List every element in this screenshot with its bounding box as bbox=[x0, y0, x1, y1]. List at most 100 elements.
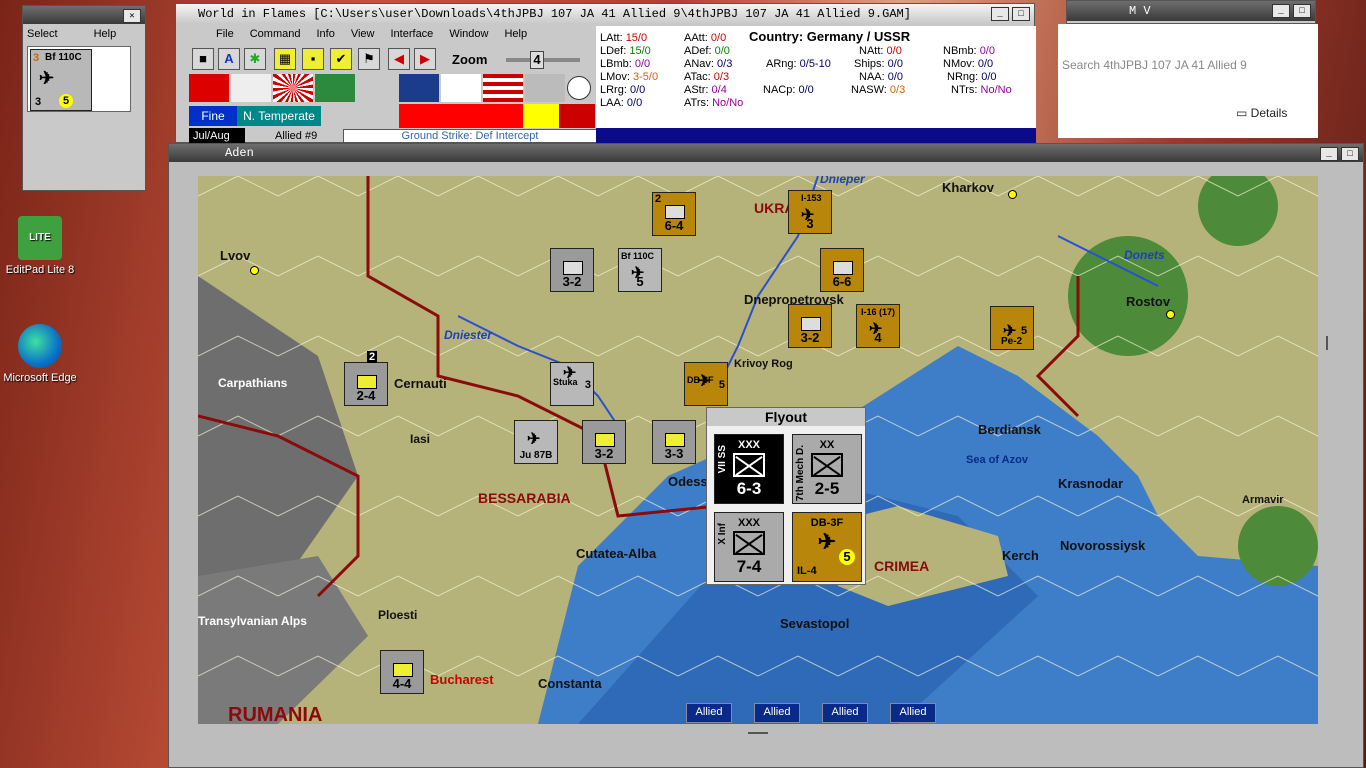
switzerland-flag-icon[interactable] bbox=[231, 74, 271, 102]
check-tool-icon[interactable]: ✔ bbox=[330, 48, 352, 70]
tank-tool-icon[interactable]: ■ bbox=[192, 48, 214, 70]
map-unit-3-2b[interactable]: 3-2 bbox=[788, 304, 832, 348]
stat-lbmb: 0/0 bbox=[634, 58, 651, 70]
menu-view[interactable]: View bbox=[351, 28, 375, 40]
unit-value: 3-2 bbox=[562, 274, 582, 289]
corps-symbol-icon bbox=[563, 261, 583, 275]
uk-flag-icon[interactable] bbox=[399, 74, 439, 102]
stat-atrs: No/No bbox=[712, 97, 744, 109]
sea-of-azov: Sea of Azov bbox=[966, 454, 1028, 466]
menu-help[interactable]: Help bbox=[504, 28, 527, 40]
allied-tab-4[interactable]: Allied bbox=[890, 703, 936, 723]
aircraft-icon: ✈ bbox=[527, 431, 541, 448]
map-unit-3-3[interactable]: 3-3 bbox=[652, 420, 696, 464]
card-subname: IL-4 bbox=[797, 565, 817, 577]
maximize-icon[interactable]: □ bbox=[1293, 4, 1311, 18]
city-iasi: Iasi bbox=[410, 432, 431, 446]
maximize-icon[interactable]: □ bbox=[1012, 7, 1030, 21]
map-unit-stuka[interactable]: Stuka ✈ 3 bbox=[550, 362, 594, 406]
ussr-bar bbox=[399, 104, 523, 128]
target-icon[interactable] bbox=[567, 76, 591, 100]
city-cernauti: Cernauti bbox=[394, 376, 447, 391]
flyout-unit-db3f[interactable]: DB-3F ✈ IL-4 5 bbox=[792, 512, 862, 582]
flyout-unit-vii-ss[interactable]: XXX VII SS 6-3 bbox=[714, 434, 784, 504]
details-button[interactable]: ▭ Details bbox=[1236, 106, 1287, 120]
france-flag-icon[interactable] bbox=[441, 74, 481, 102]
map-unit-i153[interactable]: I-153 ✈ 3 bbox=[788, 190, 832, 234]
allied-tab-1[interactable]: Allied bbox=[686, 703, 732, 723]
map-unit-3-2c[interactable]: 3-2 bbox=[582, 420, 626, 464]
map-title: Aden bbox=[225, 146, 254, 160]
menu-window[interactable]: Window bbox=[449, 28, 488, 40]
china-flag-icon[interactable] bbox=[525, 74, 565, 102]
stat-astr: 0/4 bbox=[711, 84, 727, 96]
map-unit-3-2[interactable]: 3-2 bbox=[550, 248, 594, 292]
unit-strength: 4 bbox=[874, 330, 882, 345]
city-marker-kharkov[interactable] bbox=[1008, 190, 1017, 199]
map-unit-bf110c[interactable]: Bf 110C ✈ 5 bbox=[618, 248, 662, 292]
flyout-unit-7th-mech[interactable]: XX 7th Mech D. 2-5 bbox=[792, 434, 862, 504]
infantry-symbol-icon bbox=[665, 205, 685, 219]
menu-info[interactable]: Info bbox=[316, 28, 334, 40]
card-value: 5 bbox=[839, 549, 855, 565]
map-unit-2-4[interactable]: 2 2-4 bbox=[344, 351, 388, 406]
menu-interface[interactable]: Interface bbox=[391, 28, 434, 40]
city-kerch: Kerch bbox=[1002, 548, 1039, 563]
stat-lmov: 3-5/0 bbox=[633, 71, 659, 83]
germany-flag-icon[interactable] bbox=[189, 74, 229, 102]
zoom-slider-thumb[interactable]: 4 bbox=[530, 51, 544, 69]
italy-flag-icon[interactable] bbox=[315, 74, 355, 102]
map-unit-4-4[interactable]: 4-4 bbox=[380, 650, 424, 694]
scrollbar-thumb[interactable] bbox=[1326, 336, 1328, 350]
map-unit-6-6[interactable]: 6-6 bbox=[820, 248, 864, 292]
unit-name: Bf 110C bbox=[621, 251, 655, 261]
minimize-icon[interactable]: _ bbox=[1272, 4, 1290, 18]
allied-tab-3[interactable]: Allied bbox=[822, 703, 868, 723]
unit-value: 6-4 bbox=[664, 218, 684, 233]
select-window: ✕ Select Help 3 Bf 110C ✈ 3 5 bbox=[22, 5, 146, 191]
details-label: Details bbox=[1250, 106, 1288, 120]
grid-tool-icon[interactable]: ▦ bbox=[274, 48, 296, 70]
city-marker-rostov[interactable] bbox=[1166, 310, 1175, 319]
japan-flag-icon[interactable] bbox=[273, 74, 313, 102]
minimize-icon[interactable]: _ bbox=[991, 7, 1009, 21]
menu-command[interactable]: Command bbox=[250, 28, 301, 40]
map-unit-pe2[interactable]: ✈ Pe-2 5 bbox=[990, 306, 1034, 350]
edge-label: Microsoft Edge bbox=[3, 372, 77, 384]
weather-box: Fine bbox=[189, 106, 237, 126]
edge-desktop-icon[interactable]: Microsoft Edge bbox=[0, 324, 80, 384]
map-unit-i16[interactable]: I-16 (17) ✈ 4 bbox=[856, 304, 900, 348]
map-unit-6-4[interactable]: 2 6-4 bbox=[652, 192, 696, 236]
left-arrow-icon[interactable]: ◀ bbox=[388, 48, 410, 70]
resize-handle[interactable] bbox=[748, 732, 768, 734]
editpad-icon: LITE bbox=[18, 216, 62, 260]
date-box: Jul/Aug 1941 bbox=[189, 128, 245, 158]
gear-tool-icon[interactable]: ✱ bbox=[244, 48, 266, 70]
allied-tab-2[interactable]: Allied bbox=[754, 703, 800, 723]
unit-name: Pe-2 bbox=[1001, 336, 1023, 347]
browser-search[interactable]: Search 4thJPBJ 107 JA 41 Allied 9 bbox=[1062, 58, 1302, 76]
map-unit-ju87b[interactable]: ✈ Ju 87B bbox=[514, 420, 558, 464]
armor-symbol-icon bbox=[833, 261, 853, 275]
unit-strength: 2 bbox=[367, 351, 378, 363]
flag-tool-icon[interactable]: ⚑ bbox=[358, 48, 380, 70]
minimize-icon[interactable]: _ bbox=[1320, 147, 1338, 161]
right-arrow-icon[interactable]: ▶ bbox=[414, 48, 436, 70]
city-marker-lvov[interactable] bbox=[250, 266, 259, 275]
selected-unit-counter[interactable]: 3 Bf 110C ✈ 3 5 bbox=[30, 49, 92, 111]
close-icon[interactable]: ✕ bbox=[123, 9, 141, 23]
menu-select[interactable]: Select bbox=[27, 28, 58, 40]
editpad-desktop-icon[interactable]: LITE EditPad Lite 8 bbox=[0, 216, 80, 276]
card-name: DB-3F bbox=[810, 517, 844, 529]
usa-flag-icon[interactable] bbox=[483, 74, 523, 102]
flyout-unit-x-inf[interactable]: XXX X Inf 7-4 bbox=[714, 512, 784, 582]
map-unit-db3f[interactable]: ✈ DB-3F 5 bbox=[684, 362, 728, 406]
unit-strength: 5 bbox=[636, 274, 644, 289]
maximize-icon[interactable]: □ bbox=[1341, 147, 1359, 161]
menu-help[interactable]: Help bbox=[94, 28, 117, 40]
text-tool-icon[interactable]: A bbox=[218, 48, 240, 70]
cross-flag-icon[interactable] bbox=[559, 104, 595, 128]
cursor-tool-icon[interactable]: ▪ bbox=[302, 48, 324, 70]
stats-footer bbox=[596, 128, 1036, 144]
menu-file[interactable]: File bbox=[216, 28, 234, 40]
